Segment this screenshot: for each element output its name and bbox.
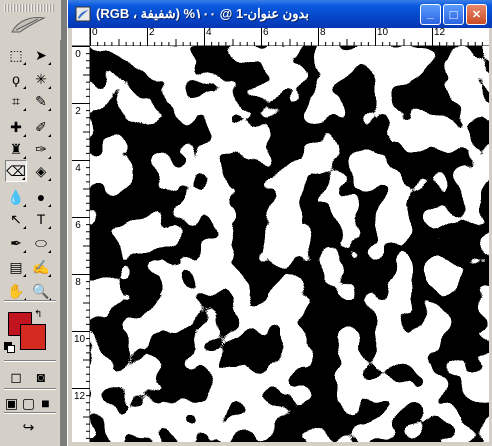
document-window: بدون عنوان-1 @ ١٠٠% (شفيفة ، RGB) _ □ ✕ … <box>67 0 492 446</box>
notes-tool[interactable]: ▤ <box>5 256 27 278</box>
lasso-icon: ϙ <box>12 71 20 87</box>
vertical-ruler-label: 2 <box>75 106 81 117</box>
brush-tool[interactable]: ✐ <box>30 116 52 138</box>
maximize-icon: □ <box>449 7 458 22</box>
ruler-origin[interactable] <box>72 28 90 46</box>
vertical-ruler-label: 4 <box>75 163 81 174</box>
dodge-icon: ● <box>36 189 46 205</box>
brush-icon: ✐ <box>35 118 47 135</box>
jump-to-imageready-icon: ↪ <box>22 418 35 435</box>
image-canvas[interactable] <box>90 46 489 442</box>
default-colors-icon[interactable] <box>4 342 15 353</box>
vertical-ruler-label: 6 <box>75 220 81 231</box>
eyedropper-icon: ✍ <box>32 258 50 275</box>
vertical-ruler-label: 10 <box>74 334 86 345</box>
jump-to-imageready-button[interactable]: ↪ <box>20 416 37 438</box>
marquee-icon: ⬚ <box>9 46 23 63</box>
blur-tool[interactable]: 💧 <box>5 186 27 208</box>
standard-mode-icon: ◻ <box>10 368 22 385</box>
close-icon: ✕ <box>471 9 482 21</box>
marquee-tool[interactable]: ⬚ <box>5 44 27 66</box>
toolbox-divider <box>4 360 56 362</box>
horizontal-ruler-label: 0 <box>92 27 98 38</box>
photoshop-document-icon[interactable] <box>75 6 91 22</box>
lasso-tool[interactable]: ϙ <box>5 68 27 90</box>
horizontal-ruler-label: 12 <box>434 27 446 38</box>
slice-tool[interactable]: ✎ <box>30 90 52 112</box>
clone-stamp-tool[interactable]: ♜ <box>5 138 27 160</box>
screen-mode-full-button[interactable]: ■ <box>37 392 54 414</box>
tools-panel: ⬚ ➤ ϙ ✳ ⌗ ✎ ✚ ✐ ♜ ✑ ⌫ ◈ 💧 ● ↖ T ✒ ⬭ ▤ ✍ ✋ 🔍 ◻ ◙ ▣ ▢ ■ ↪ ↰ <box>0 0 61 446</box>
ellipse-tool[interactable]: ⬭ <box>30 232 52 254</box>
noise-pattern-image <box>90 46 489 442</box>
type-icon: T <box>36 211 46 227</box>
screen-mode-standard-button[interactable]: ▣ <box>3 392 20 414</box>
vertical-ruler-label: 0 <box>75 49 81 60</box>
screen-mode-full-menu-button[interactable]: ▢ <box>20 392 37 414</box>
minimize-button[interactable]: _ <box>420 4 441 25</box>
screen-mode-standard-icon: ▣ <box>4 394 19 411</box>
dodge-tool[interactable]: ● <box>30 186 52 208</box>
healing-brush-tool[interactable]: ✚ <box>5 116 27 138</box>
minimize-icon: _ <box>427 5 434 20</box>
hand-icon: ✋ <box>7 282 25 299</box>
crop-icon: ⌗ <box>12 92 20 109</box>
history-brush-icon: ✑ <box>35 140 47 157</box>
horizontal-ruler-label: 8 <box>320 27 326 38</box>
path-selection-tool[interactable]: ↖ <box>5 208 27 230</box>
swap-colors-icon[interactable]: ↰ <box>34 309 42 320</box>
horizontal-ruler-label: 2 <box>149 27 155 38</box>
move-icon: ➤ <box>35 46 47 63</box>
photoshop-feather-logo[interactable] <box>8 14 48 36</box>
zoom-tool[interactable]: 🔍 <box>30 280 52 302</box>
horizontal-ruler-label: 4 <box>206 27 212 38</box>
clone-stamp-icon: ♜ <box>9 140 23 157</box>
close-button[interactable]: ✕ <box>466 4 487 25</box>
ellipse-icon: ⬭ <box>35 234 47 251</box>
hand-tool[interactable]: ✋ <box>5 280 27 302</box>
eyedropper-tool[interactable]: ✍ <box>30 256 52 278</box>
type-tool[interactable]: T <box>30 208 52 230</box>
move-tool[interactable]: ➤ <box>30 44 52 66</box>
pen-icon: ✒ <box>10 234 22 251</box>
vertical-ruler-label: 8 <box>75 277 81 288</box>
paint-bucket-icon: ◈ <box>35 162 47 179</box>
healing-brush-icon: ✚ <box>10 118 22 135</box>
zoom-icon: 🔍 <box>32 282 50 299</box>
maximize-button[interactable]: □ <box>443 4 464 25</box>
pen-tool[interactable]: ✒ <box>5 232 27 254</box>
toolbox-divider <box>4 300 56 302</box>
history-brush-tool[interactable]: ✑ <box>30 138 52 160</box>
toolbox-divider <box>4 412 56 414</box>
screen-mode-full-menu-icon: ▢ <box>21 394 36 411</box>
toolbox-header[interactable] <box>0 0 61 40</box>
horizontal-ruler[interactable]: 0 2 4 6 8 10 12 <box>90 28 489 46</box>
toolbox-grip <box>4 4 54 12</box>
horizontal-ruler-label: 10 <box>377 27 389 38</box>
quick-mask-mode-button[interactable]: ◙ <box>30 366 52 388</box>
crop-tool[interactable]: ⌗ <box>5 90 27 112</box>
document-title: بدون عنوان-1 @ ١٠٠% (شفيفة ، RGB) <box>96 6 309 21</box>
quick-mask-mode-icon: ◙ <box>36 369 46 385</box>
eraser-tool[interactable]: ⌫ <box>5 160 27 182</box>
toolbox-divider <box>4 388 56 390</box>
vertical-ruler-label: 12 <box>74 391 86 402</box>
vertical-ruler[interactable]: 0 2 4 6 8 10 12 <box>72 46 90 442</box>
screen-mode-full-icon: ■ <box>41 395 50 411</box>
magic-wand-tool[interactable]: ✳ <box>30 68 52 90</box>
standard-mode-button[interactable]: ◻ <box>5 366 27 388</box>
background-color-swatch[interactable] <box>20 324 46 350</box>
horizontal-ruler-label: 6 <box>263 27 269 38</box>
slice-icon: ✎ <box>35 92 47 109</box>
magic-wand-icon: ✳ <box>35 70 47 87</box>
paint-bucket-tool[interactable]: ◈ <box>30 160 52 182</box>
document-title-bar[interactable]: بدون عنوان-1 @ ١٠٠% (شفيفة ، RGB) _ □ ✕ <box>68 0 492 28</box>
notes-icon: ▤ <box>9 258 23 275</box>
path-selection-icon: ↖ <box>10 210 22 227</box>
blur-icon: 💧 <box>7 188 25 205</box>
